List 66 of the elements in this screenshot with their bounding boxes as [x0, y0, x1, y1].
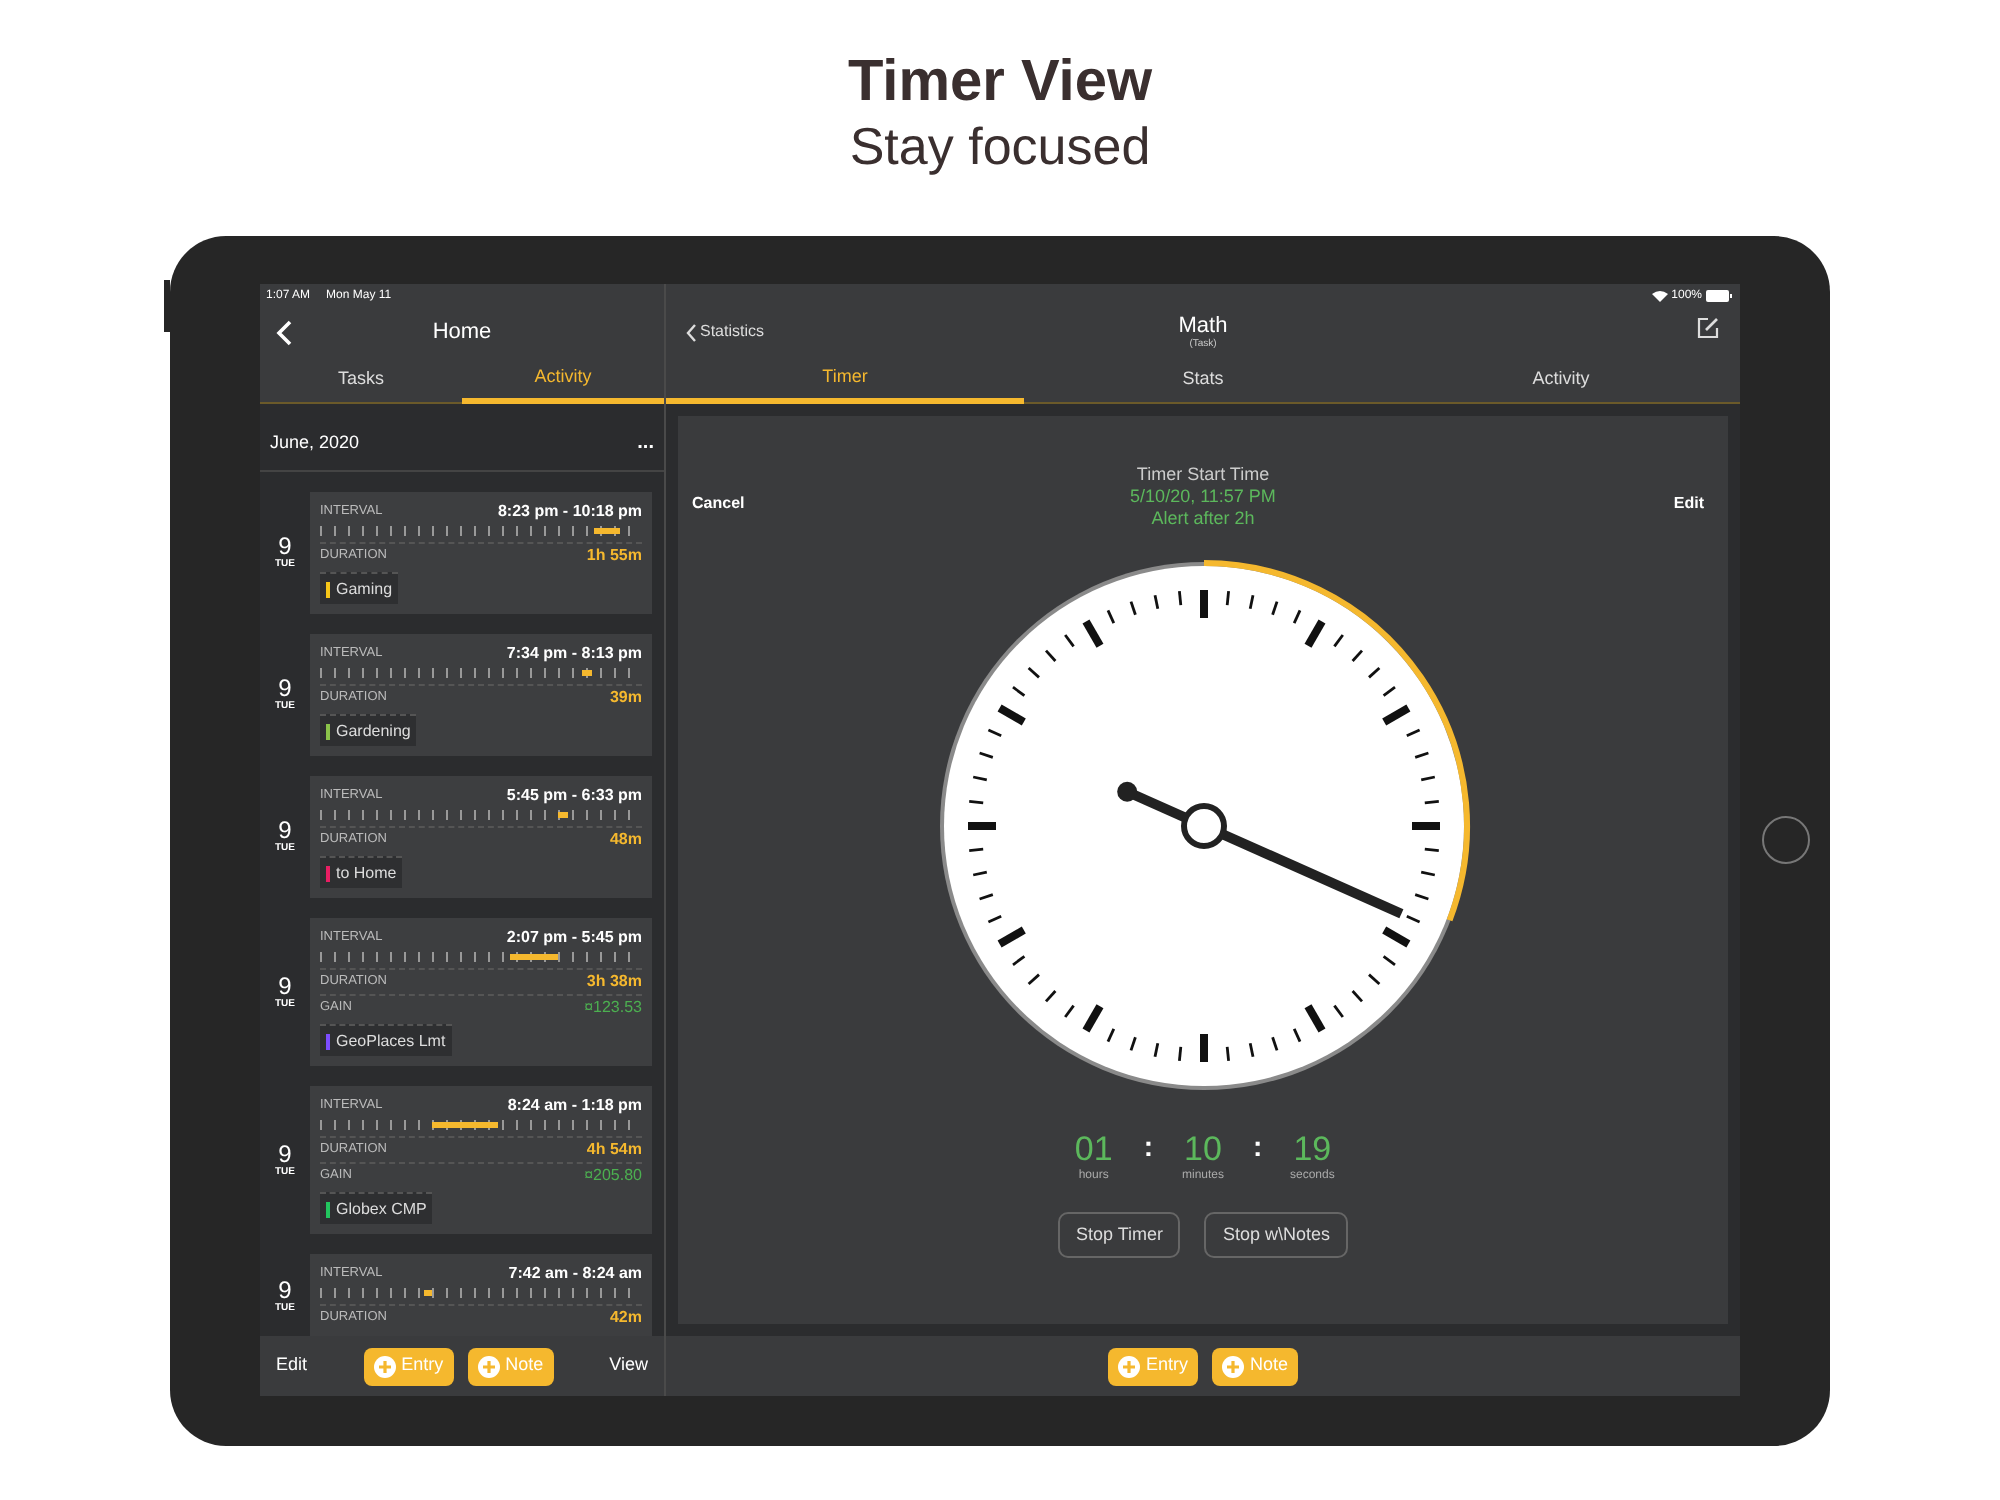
colon-separator: :: [1253, 1132, 1263, 1160]
plus-icon: [1222, 1355, 1244, 1377]
field-value: 2:07 pm - 5:45 pm: [506, 925, 642, 949]
timeline-bar: [423, 1290, 433, 1296]
alert-note: Alert after 2h: [1151, 508, 1255, 530]
field-value: ¤123.53: [584, 996, 642, 1020]
start-time: 5/10/20, 11:57 PM: [1130, 486, 1276, 508]
field-value: 5:45 pm - 6:33 pm: [506, 783, 642, 807]
field-value: 8:23 pm - 10:18 pm: [497, 499, 642, 523]
wifi-icon: [1651, 290, 1668, 302]
nav-title: Math: [1178, 314, 1228, 338]
view-link[interactable]: View: [609, 1352, 648, 1380]
nav-title: Home: [432, 317, 492, 348]
tab[interactable]: Tasks: [260, 356, 462, 402]
day-number: 9: [278, 1141, 292, 1165]
cancel-link[interactable]: Cancel: [692, 492, 745, 516]
field-value: 8:24 am - 1:18 pm: [507, 1093, 642, 1117]
field-value: 42m: [609, 1306, 642, 1330]
tag-chip[interactable]: GeoPlaces Lmt: [320, 1024, 452, 1056]
timeline-bar: [432, 1122, 499, 1128]
timer-digits: 01: [1074, 1132, 1113, 1168]
plus-icon: [1117, 1355, 1140, 1377]
timer-digits: 10: [1184, 1132, 1222, 1168]
field-value: 48m: [609, 828, 642, 852]
timeline-bar: [593, 528, 620, 534]
field-value: 7:34 pm - 8:13 pm: [506, 641, 642, 665]
field-value: 7:42 am - 8:24 am: [508, 1261, 642, 1285]
more-menu[interactable]: ...: [637, 433, 654, 453]
battery-icon: [1706, 290, 1732, 302]
field-value: ¤205.80: [584, 1164, 642, 1188]
month-header: June, 2020: [270, 429, 360, 456]
page-subtitle: Stay focused: [849, 116, 1151, 176]
plus-icon: [373, 1355, 396, 1377]
tag-chip[interactable]: Gaming: [320, 572, 399, 604]
tag-chip[interactable]: Globex CMP: [320, 1192, 433, 1224]
field-value: 4h 54m: [586, 1138, 642, 1162]
stop-button[interactable]: Stop Timer: [1057, 1212, 1181, 1258]
compose-icon[interactable]: [1696, 316, 1720, 340]
tag-chip[interactable]: to Home: [320, 856, 403, 888]
colon-separator: :: [1143, 1132, 1153, 1160]
timer-digits: 19: [1293, 1132, 1332, 1168]
timeline-bar: [558, 812, 569, 818]
edit-link[interactable]: Edit: [1673, 492, 1704, 516]
day-number: 9: [278, 818, 292, 842]
day-number: 9: [278, 973, 292, 997]
stop-button[interactable]: Stop w\Notes: [1204, 1212, 1349, 1258]
plus-icon: [477, 1355, 500, 1377]
back-icon[interactable]: [276, 319, 292, 345]
tab[interactable]: Timer: [666, 356, 1024, 404]
day-number: 9: [278, 534, 292, 558]
day-number: 9: [278, 676, 292, 700]
timeline-bar: [509, 954, 559, 960]
day-number: 9: [278, 1278, 292, 1302]
field-value: 39m: [609, 686, 642, 710]
timeline-bar: [582, 670, 592, 676]
home-button[interactable]: [1762, 816, 1810, 864]
back-link[interactable]: Statistics: [686, 320, 765, 344]
page-title: Timer View: [847, 48, 1153, 116]
field-value: 1h 55m: [586, 544, 642, 568]
back-icon: [686, 323, 696, 341]
field-value: 3h 38m: [586, 970, 642, 994]
edit-link[interactable]: Edit: [276, 1352, 308, 1380]
start-time-label: Timer Start Time: [1136, 464, 1270, 486]
tab[interactable]: Stats: [1024, 356, 1382, 402]
tag-chip[interactable]: Gardening: [320, 714, 417, 746]
tab[interactable]: Activity: [1382, 356, 1740, 402]
